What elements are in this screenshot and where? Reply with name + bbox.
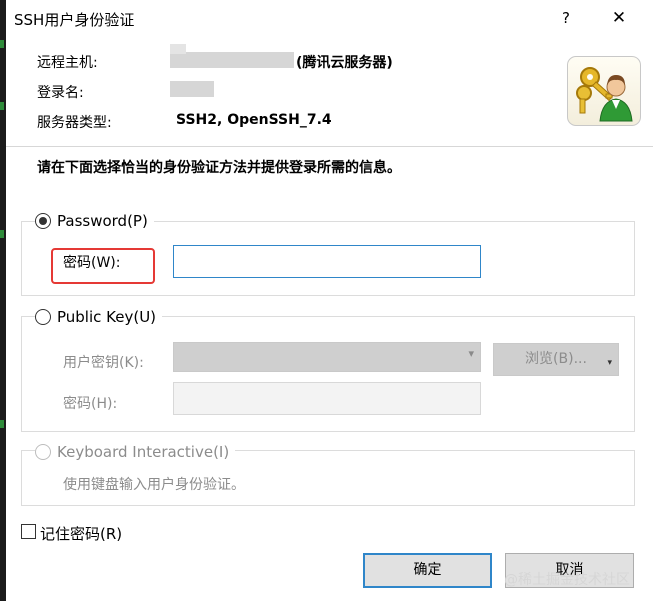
user-key-combo[interactable]: ▾ — [173, 342, 481, 372]
terminal-mark — [0, 102, 4, 110]
keyboard-interactive-label: Keyboard Interactive(I) — [57, 443, 230, 461]
ok-button[interactable]: 确定 — [363, 553, 492, 588]
server-type-label: 服务器类型: — [37, 115, 112, 131]
password-option-label: Password(P) — [57, 212, 148, 230]
password-option[interactable]: Password(P) — [35, 212, 154, 230]
keys-user-icon — [567, 56, 641, 126]
help-button[interactable]: ? — [554, 6, 578, 30]
redacted-host — [170, 52, 294, 68]
passphrase-label: 密码(H): — [63, 396, 118, 412]
title-bar: SSH用户身份验证 ? ✕ — [6, 0, 653, 36]
user-key-label: 用户密钥(K): — [63, 355, 144, 371]
passphrase-input[interactable] — [173, 382, 481, 415]
dialog-title: SSH用户身份验证 — [14, 11, 135, 29]
public-key-option-label: Public Key(U) — [57, 308, 157, 326]
terminal-mark — [0, 420, 4, 428]
chevron-down-icon: ▾ — [468, 347, 474, 360]
host-suffix: (腾讯云服务器) — [296, 55, 393, 71]
public-key-option[interactable]: Public Key(U) — [35, 308, 163, 326]
password-radio[interactable] — [35, 213, 51, 229]
password-input[interactable] — [173, 245, 481, 278]
redacted-login — [170, 81, 214, 97]
keyboard-interactive-description: 使用键盘输入用户身份验证。 — [63, 477, 245, 493]
terminal-mark — [0, 40, 4, 48]
keyboard-interactive-option[interactable]: Keyboard Interactive(I) — [35, 443, 236, 461]
watermark: @稀土掘金技术社区 — [504, 572, 630, 588]
keyboard-interactive-radio[interactable] — [35, 444, 51, 460]
ssh-auth-dialog: SSH用户身份验证 ? ✕ 远程主机: (腾讯云服务器) 登录名: 服务器类型:… — [6, 0, 653, 601]
public-key-radio[interactable] — [35, 309, 51, 325]
server-type-value: SSH2, OpenSSH_7.4 — [176, 112, 332, 128]
redacted-host-fragment — [170, 44, 186, 54]
terminal-mark — [0, 230, 4, 238]
browse-button[interactable]: 浏览(B)... ▾ — [493, 343, 619, 376]
login-label: 登录名: — [37, 85, 84, 101]
remember-password-checkbox[interactable] — [21, 524, 36, 539]
header-divider — [6, 146, 653, 147]
password-field-label: 密码(W): — [63, 255, 121, 271]
remember-password-label: 记住密码(R) — [40, 525, 123, 543]
browse-button-label: 浏览(B)... — [525, 351, 587, 367]
instruction-text: 请在下面选择恰当的身份验证方法并提供登录所需的信息。 — [37, 160, 401, 176]
dropdown-arrow-icon: ▾ — [607, 358, 612, 368]
host-label: 远程主机: — [37, 55, 98, 71]
close-button[interactable]: ✕ — [606, 6, 632, 30]
